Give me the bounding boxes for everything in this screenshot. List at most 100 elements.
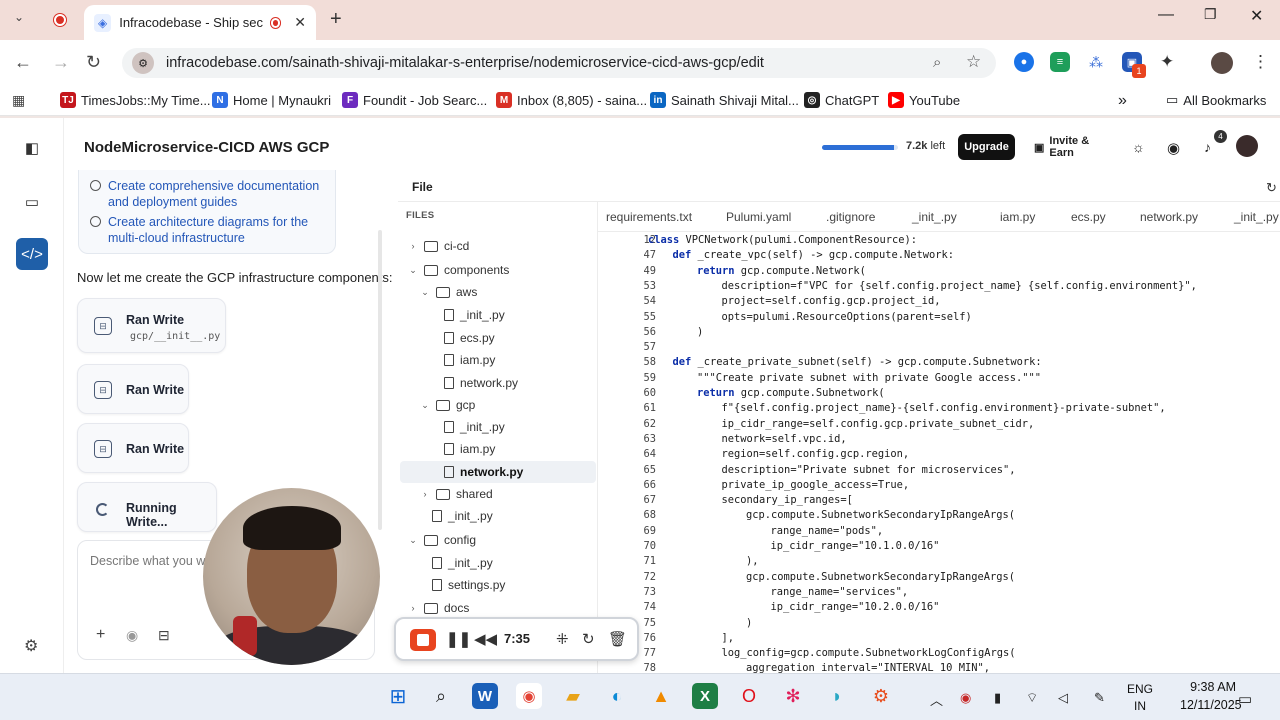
site-info-icon[interactable]: ⚙ bbox=[132, 52, 154, 74]
editor-tab[interactable]: iam.py bbox=[1000, 210, 1035, 224]
excel-icon[interactable]: X bbox=[692, 683, 718, 709]
github-icon[interactable]: ◉ bbox=[1167, 139, 1180, 157]
opera-icon[interactable]: O bbox=[736, 683, 762, 709]
notification-center-icon[interactable]: ▭ bbox=[1238, 690, 1252, 708]
add-attachment-icon[interactable]: + bbox=[96, 626, 105, 644]
tree-file[interactable]: iam.py bbox=[444, 438, 495, 460]
chat-scrollbar[interactable] bbox=[378, 230, 382, 530]
settings-gear-icon[interactable]: ⚙ bbox=[24, 636, 38, 656]
more-bookmarks-icon[interactable]: » bbox=[1118, 92, 1127, 110]
tree-folder[interactable]: ⌄ gcp bbox=[420, 394, 475, 416]
profile-avatar[interactable] bbox=[1211, 52, 1233, 74]
edge-icon[interactable]: ◐ bbox=[604, 683, 630, 709]
tree-file[interactable]: _init_.py bbox=[444, 416, 505, 438]
bookmark-item[interactable]: F Foundit - Job Searc... bbox=[342, 92, 487, 108]
more-menu-icon[interactable]: ⋮ bbox=[1252, 52, 1269, 72]
file-explorer-icon[interactable]: ▰ bbox=[560, 683, 586, 709]
recorder-app-icon[interactable]: ⚙ bbox=[868, 683, 894, 709]
todo-circle-icon[interactable] bbox=[90, 216, 101, 227]
editor-tab[interactable]: _init_.py bbox=[912, 210, 957, 224]
chat-icon[interactable]: ▭ bbox=[18, 188, 46, 216]
todo-item[interactable]: Create architecture diagrams for the mul… bbox=[90, 214, 326, 246]
word-icon[interactable]: W bbox=[472, 683, 498, 709]
language-indicator[interactable]: ENG IN bbox=[1126, 681, 1154, 715]
tree-file[interactable]: iam.py bbox=[444, 349, 495, 371]
theme-sun-icon[interactable]: ☼ bbox=[1132, 139, 1145, 155]
minimize-button[interactable]: — bbox=[1158, 6, 1174, 24]
tree-file[interactable]: _init_.py bbox=[432, 552, 493, 574]
wifi-icon[interactable]: ⌔ bbox=[1026, 690, 1038, 706]
tree-folder[interactable]: › docs bbox=[408, 597, 470, 619]
editor-tab[interactable]: network.py bbox=[1140, 210, 1198, 224]
restart-icon[interactable]: ↻ bbox=[582, 630, 595, 648]
bookmark-item[interactable]: in Sainath Shivaji Mital... bbox=[650, 92, 799, 108]
forward-icon[interactable]: → bbox=[52, 52, 70, 73]
tree-folder[interactable]: ⌄ config bbox=[408, 529, 476, 551]
code-editor[interactable]: 12 class VPCNetwork(pulumi.ComponentResou… bbox=[598, 232, 1280, 673]
file-menu[interactable]: File bbox=[412, 180, 433, 194]
back-icon[interactable]: ← bbox=[14, 52, 32, 73]
tab-search-icon[interactable]: ⌄ bbox=[14, 10, 24, 24]
chevron-down-icon[interactable]: ⌄ bbox=[420, 287, 430, 298]
extension-icon[interactable]: ● bbox=[1014, 52, 1034, 72]
address-bar[interactable]: ⚙ infracodebase.com/sainath-shivaji-mita… bbox=[122, 48, 996, 78]
tool-call-card[interactable]: Running Write... bbox=[77, 482, 217, 532]
microphone-icon[interactable]: ▮ bbox=[994, 690, 1001, 706]
pen-icon[interactable]: ✎ bbox=[1094, 690, 1105, 706]
tree-folder[interactable]: ⌄ aws bbox=[420, 281, 477, 303]
bookmark-item[interactable]: ▶ YouTube bbox=[888, 92, 960, 108]
tree-file[interactable]: _init_.py bbox=[444, 304, 505, 326]
eye-icon[interactable]: ◉ bbox=[126, 627, 138, 644]
grid-icon[interactable]: ⁜ bbox=[556, 630, 569, 648]
close-window-button[interactable]: ✕ bbox=[1250, 6, 1263, 26]
vlc-icon[interactable]: ▲ bbox=[648, 683, 674, 709]
chrome-icon[interactable]: ◉ bbox=[516, 683, 542, 709]
bookmark-star-icon[interactable]: ☆ bbox=[966, 52, 981, 72]
editor-tab[interactable]: requirements.txt bbox=[606, 210, 692, 224]
tools-icon[interactable]: ⊟ bbox=[158, 627, 170, 644]
tree-folder[interactable]: › ci-cd bbox=[408, 235, 470, 257]
editor-tab[interactable]: ecs.py bbox=[1071, 210, 1106, 224]
editor-tab[interactable]: .gitignore bbox=[826, 210, 875, 224]
browser-tab-active[interactable]: ◈ Infracodebase - Ship secure ✕ bbox=[84, 5, 316, 40]
bookmark-item[interactable]: ◎ ChatGPT bbox=[804, 92, 879, 108]
apps-grid-icon[interactable]: ▦ bbox=[12, 92, 25, 109]
tray-overflow-icon[interactable]: ︿ bbox=[930, 690, 943, 709]
windows-start-icon[interactable]: ⊞ bbox=[385, 683, 411, 709]
new-tab-button[interactable]: + bbox=[330, 8, 342, 31]
vscode-icon[interactable]: ◗ bbox=[824, 683, 850, 709]
chevron-down-icon[interactable]: ⌄ bbox=[420, 400, 430, 411]
volume-icon[interactable]: ◁ bbox=[1058, 690, 1068, 706]
maximize-button[interactable]: ❐ bbox=[1204, 6, 1217, 23]
tray-app-icon[interactable]: ◉ bbox=[960, 690, 971, 706]
chevron-right-icon[interactable]: › bbox=[408, 603, 418, 613]
chevron-down-icon[interactable]: ⌄ bbox=[408, 535, 418, 546]
todo-circle-icon[interactable] bbox=[90, 180, 101, 191]
tool-call-card[interactable]: ⊟ Ran Write bbox=[77, 423, 189, 473]
todo-item[interactable]: Create comprehensive documentation and d… bbox=[90, 178, 326, 210]
tree-file[interactable]: _init_.py bbox=[432, 505, 493, 527]
taskbar-search-icon[interactable]: ⌕ bbox=[428, 683, 454, 709]
search-icon[interactable]: ⌕ bbox=[933, 54, 941, 71]
tree-file[interactable]: ecs.py bbox=[444, 327, 495, 349]
tree-folder[interactable]: ⌄ components bbox=[408, 259, 509, 281]
invite-earn-button[interactable]: ▣ Invite & Earn bbox=[1026, 134, 1116, 160]
stop-recording-button[interactable] bbox=[410, 629, 436, 651]
tree-file[interactable]: settings.py bbox=[432, 574, 505, 596]
pause-icon[interactable]: ❚❚ bbox=[446, 630, 471, 648]
extensions-puzzle-icon[interactable]: ✦ bbox=[1160, 52, 1174, 72]
editor-tab[interactable]: _init_.py bbox=[1234, 210, 1279, 224]
notification-bell-icon[interactable]: ♪ bbox=[1204, 139, 1211, 155]
editor-tab[interactable]: Pulumi.yaml bbox=[726, 210, 791, 224]
chevron-down-icon[interactable]: ⌄ bbox=[408, 265, 418, 276]
tree-folder[interactable]: › shared bbox=[420, 483, 493, 505]
trash-icon[interactable]: 🗑 bbox=[608, 630, 627, 648]
rewind-icon[interactable]: ◀◀ bbox=[474, 630, 497, 648]
reload-icon[interactable]: ↻ bbox=[86, 52, 101, 73]
bookmark-item[interactable]: TJ TimesJobs::My Time... bbox=[60, 92, 211, 108]
chevron-right-icon[interactable]: › bbox=[408, 241, 418, 251]
extension-icon[interactable]: ≡ bbox=[1050, 52, 1070, 72]
all-bookmarks-folder[interactable]: ▭ All Bookmarks bbox=[1166, 92, 1266, 108]
upgrade-button[interactable]: Upgrade bbox=[958, 134, 1015, 160]
slack-icon[interactable]: ✻ bbox=[780, 683, 806, 709]
